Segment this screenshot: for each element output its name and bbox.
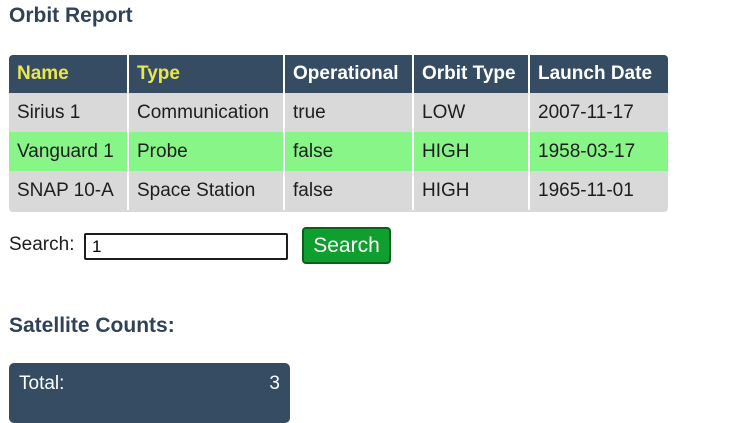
cell-launch-date: 2007-11-17 bbox=[538, 101, 634, 123]
cell-name: SNAP 10-A bbox=[9, 171, 129, 210]
cell-launch-date: 1965-11-01 bbox=[538, 179, 634, 201]
table-row-highlighted: Vanguard 1 Probe false HIGH 1958-03-17 bbox=[9, 132, 668, 171]
header-orbit-type: Orbit Type bbox=[413, 55, 530, 93]
table-header-row: Name Type Operational Orbit Type Launch … bbox=[9, 55, 668, 93]
cell-launch-date: 1958-03-17 bbox=[529, 132, 668, 171]
cell-name: Vanguard 1 bbox=[9, 132, 129, 171]
orbit-table: Name Type Operational Orbit Type Launch … bbox=[9, 55, 668, 210]
header-operational: Operational bbox=[284, 55, 414, 93]
header-type[interactable]: Type bbox=[128, 55, 285, 93]
cell-type: Space Station bbox=[128, 171, 285, 210]
page-title: Orbit Report bbox=[9, 4, 133, 27]
search-label: Search: bbox=[9, 234, 75, 255]
table-row: SNAP 10-A Space Station false HIGH 1965-… bbox=[9, 171, 668, 210]
search-input[interactable] bbox=[84, 233, 288, 260]
cell-operational: false bbox=[284, 171, 414, 210]
counts-title: Satellite Counts: bbox=[9, 314, 175, 337]
total-value: 3 bbox=[269, 373, 280, 394]
cell-operational: true bbox=[284, 93, 414, 132]
cell-orbit-type: HIGH bbox=[413, 132, 530, 171]
header-name[interactable]: Name bbox=[9, 55, 129, 93]
cell-orbit-type: LOW bbox=[413, 93, 530, 132]
table-row: Sirius 1 Communication true LOW 2007-11-… bbox=[9, 93, 668, 132]
search-button[interactable]: Search bbox=[302, 227, 391, 264]
orbit-table-container: Name Type Operational Orbit Type Launch … bbox=[9, 55, 668, 212]
cell-type: Communication bbox=[128, 93, 285, 132]
cell-orbit-type: HIGH bbox=[413, 171, 530, 210]
total-label: Total: bbox=[19, 373, 65, 394]
cell-name: Sirius 1 bbox=[9, 93, 129, 132]
header-launch-date: Launch Date bbox=[529, 55, 668, 93]
cell-type: Probe bbox=[128, 132, 285, 171]
total-count-box: Total: 3 bbox=[9, 363, 290, 423]
cell-operational: false bbox=[284, 132, 414, 171]
